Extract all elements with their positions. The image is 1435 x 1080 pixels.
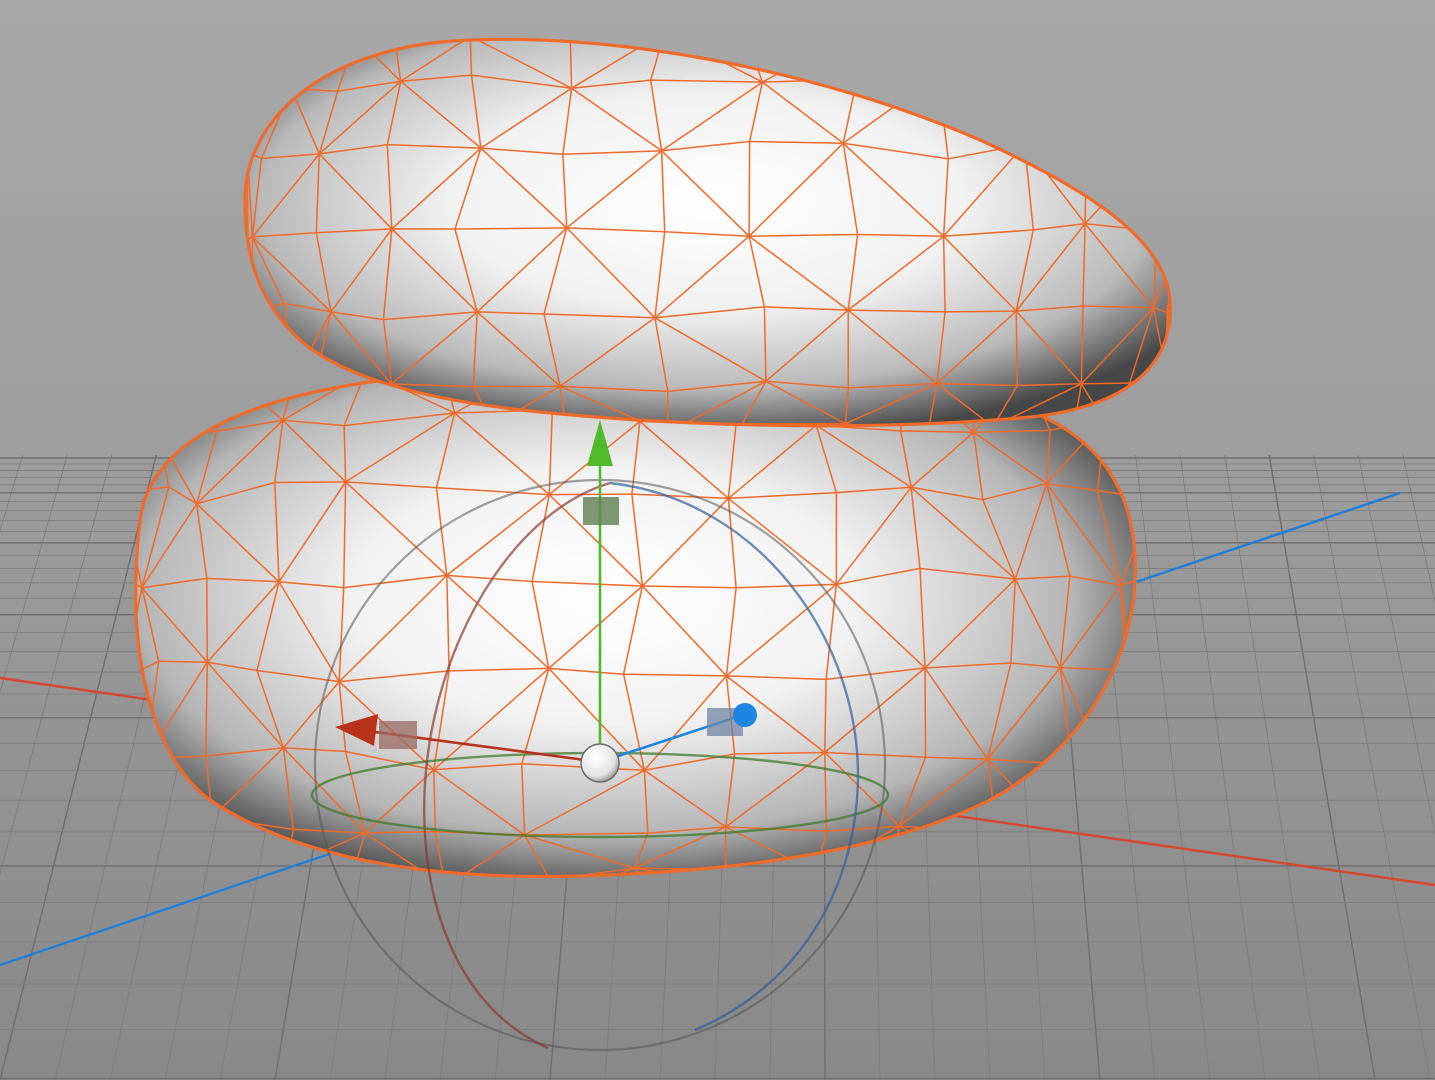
mesh-edge xyxy=(1081,382,1130,385)
3d-viewport[interactable] xyxy=(0,0,1435,1080)
lower-blob-surface[interactable] xyxy=(135,368,1136,877)
mesh-edge xyxy=(158,660,208,664)
mesh-edge xyxy=(206,578,209,663)
mesh-edge xyxy=(274,481,346,484)
gizmo-center-handle[interactable] xyxy=(580,743,620,783)
scale-x-handle[interactable] xyxy=(379,721,417,749)
move-z-handle[interactable] xyxy=(733,703,757,727)
scale-y-handle[interactable] xyxy=(583,497,619,525)
mesh-edge xyxy=(549,493,632,496)
mesh-edge xyxy=(924,667,927,758)
mesh-edge xyxy=(748,141,751,237)
mesh-edge xyxy=(945,310,1017,313)
viewport-canvas[interactable] xyxy=(0,0,1435,1080)
